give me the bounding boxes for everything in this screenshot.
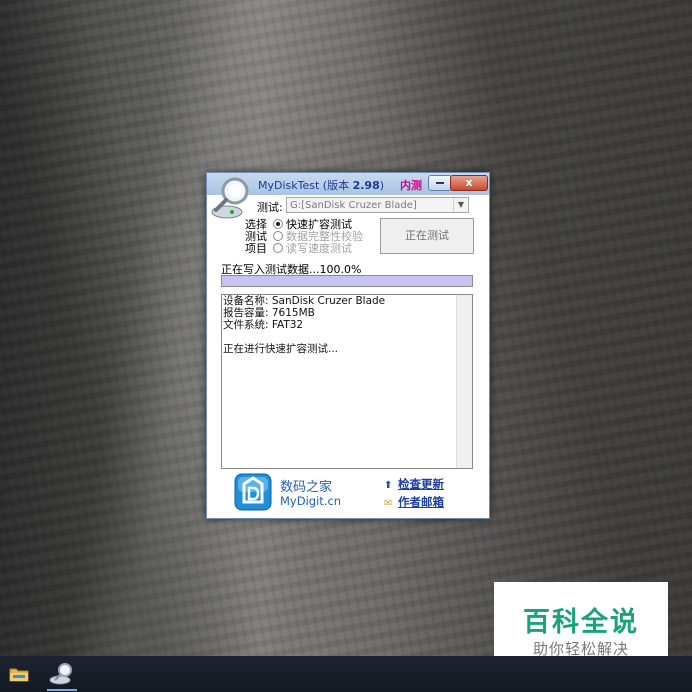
check-update-label: 检查更新 <box>398 477 444 491</box>
chevron-down-icon[interactable]: ▼ <box>453 198 468 212</box>
disk-test-app-icon <box>49 663 72 685</box>
window-body: 测试: G:[SanDisk Cruzer Blade] ▼ 选择测试项目 快速… <box>207 195 489 518</box>
drive-select-value: G:[SanDisk Cruzer Blade] <box>290 200 417 211</box>
close-button[interactable]: x <box>450 175 488 191</box>
folder-icon <box>9 668 29 682</box>
progress-bar <box>221 275 473 287</box>
envelope-icon: ✉ <box>384 498 393 509</box>
progress-fill <box>222 276 472 286</box>
window-title: MyDiskTest (版本 2.98) <box>258 179 385 192</box>
options-group-label: 选择测试项目 <box>245 218 267 255</box>
log-textarea[interactable]: 设备名称: SanDisk Cruzer Blade 报告容量: 7615MB … <box>221 294 473 469</box>
option-rw-speed-label: 读写速度测试 <box>286 242 352 255</box>
option-rw-speed[interactable]: 读写速度测试 <box>273 243 352 255</box>
taskbar-disktest[interactable] <box>47 659 77 691</box>
author-email-label: 作者邮箱 <box>398 495 444 509</box>
minimize-button[interactable] <box>428 175 452 191</box>
mydigit-logo-icon[interactable] <box>234 473 272 511</box>
magnifier-disk-icon <box>211 177 249 219</box>
drive-select[interactable]: G:[SanDisk Cruzer Blade] ▼ <box>286 197 469 213</box>
log-scrollbar[interactable] <box>456 295 472 468</box>
radio-quick-capacity[interactable] <box>273 219 283 229</box>
site-name[interactable]: 数码之家 <box>280 476 332 495</box>
mydisktest-window: MyDiskTest (版本 2.98) 内测 x 测试: G:[SanDisk… <box>206 172 490 519</box>
log-text: 设备名称: SanDisk Cruzer Blade 报告容量: 7615MB … <box>223 295 386 355</box>
taskbar-explorer[interactable] <box>4 659 34 689</box>
test-label: 测试: <box>257 201 283 214</box>
beta-badge: 内测 <box>400 179 422 192</box>
start-test-button[interactable]: 正在测试 <box>380 218 474 254</box>
up-arrow-icon: ⬆ <box>384 480 393 491</box>
radio-data-integrity[interactable] <box>273 231 283 241</box>
check-update-link[interactable]: ⬆ 检查更新 <box>384 476 444 492</box>
watermark: 百科全说 助你轻松解决 <box>494 582 668 667</box>
watermark-title: 百科全说 <box>523 607 639 638</box>
taskbar <box>0 656 692 692</box>
site-url[interactable]: MyDigit.cn <box>280 494 341 508</box>
author-email-link[interactable]: ✉ 作者邮箱 <box>384 494 444 510</box>
radio-rw-speed[interactable] <box>273 243 283 253</box>
